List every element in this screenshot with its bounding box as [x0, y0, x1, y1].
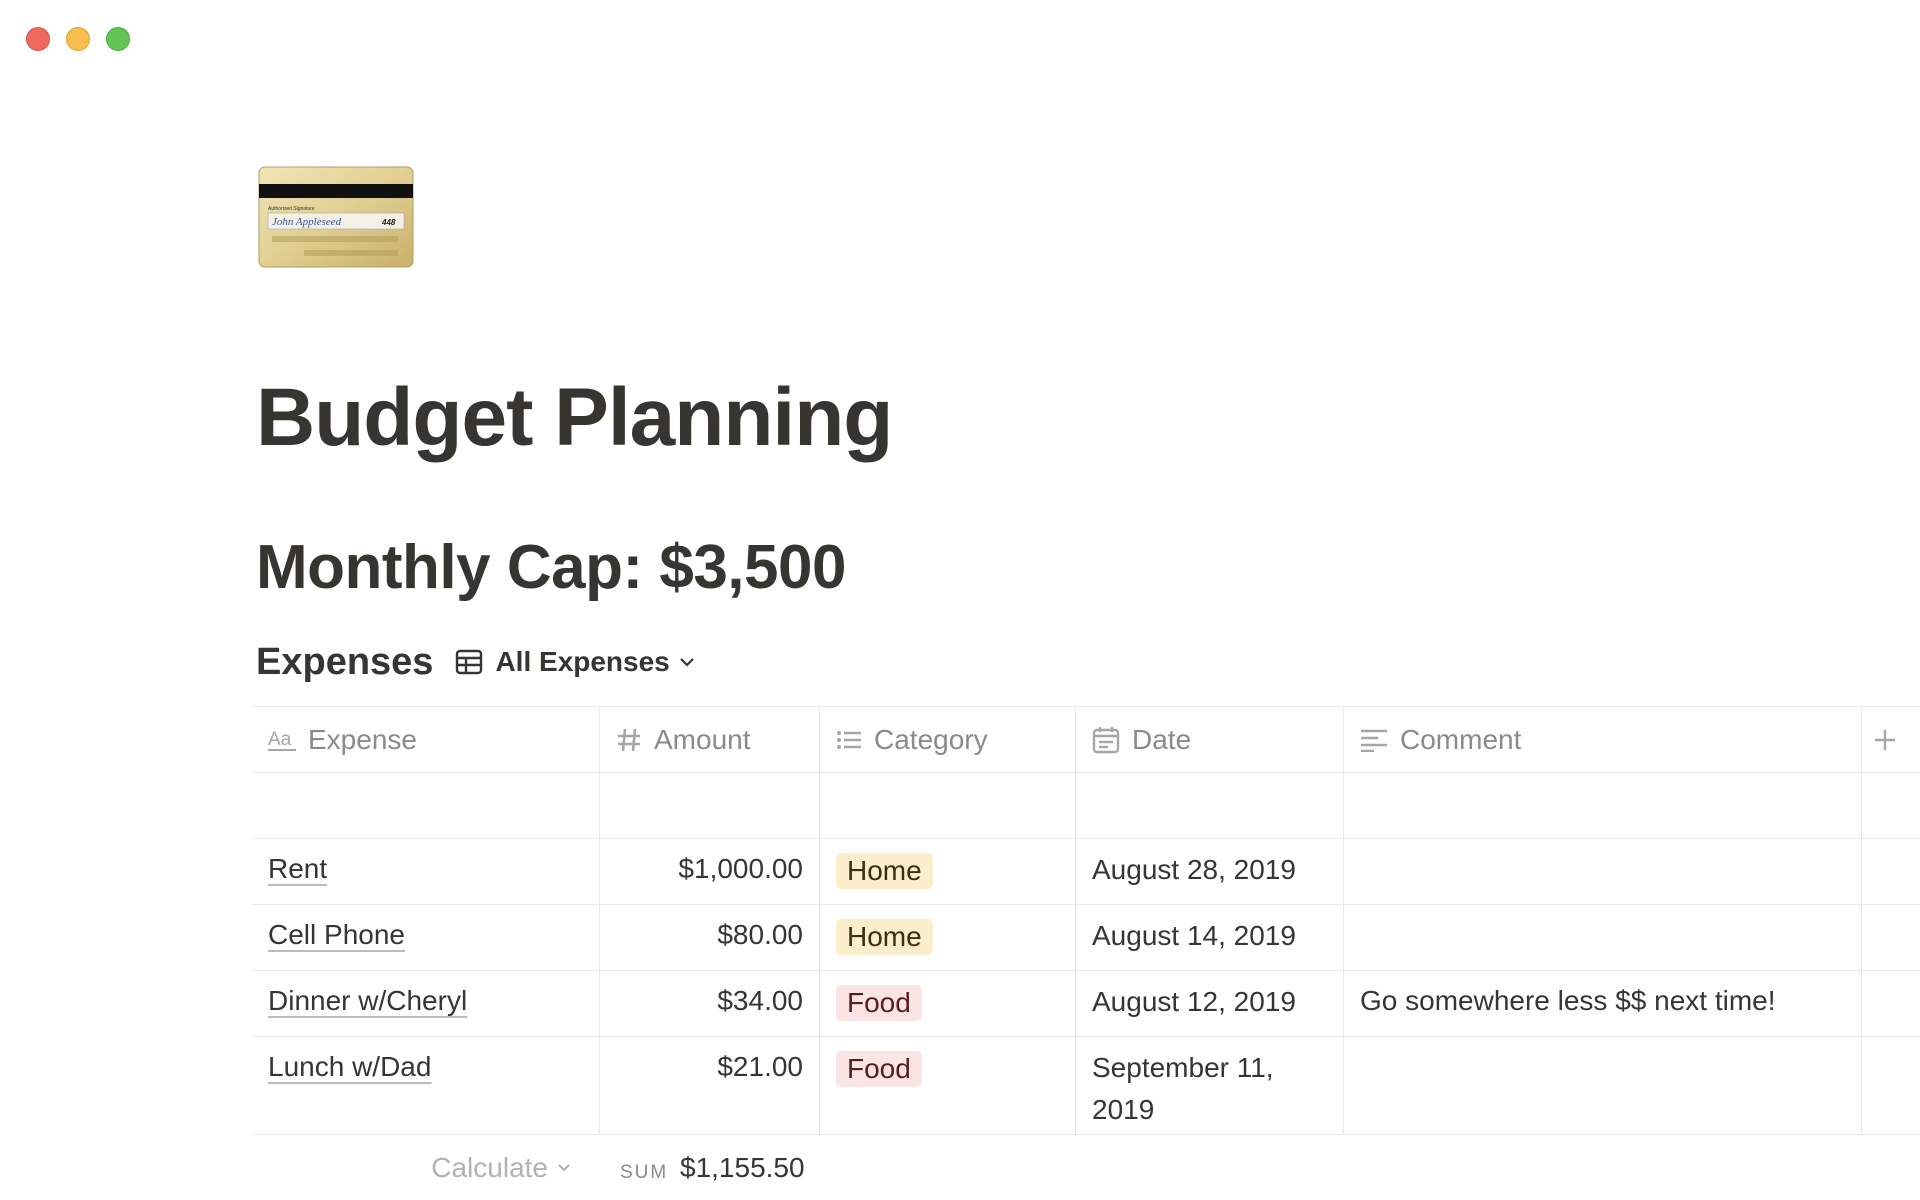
category-tag: Home	[836, 853, 933, 889]
table-row-empty[interactable]	[252, 773, 1920, 839]
calculate-label: Calculate	[431, 1152, 548, 1183]
table-header-row: Aa Expense Amount Category Date Comment	[252, 706, 1920, 773]
view-label: All Expenses	[495, 646, 670, 677]
expense-cell[interactable]: Cell Phone	[252, 905, 600, 970]
svg-text:Aa: Aa	[268, 729, 292, 750]
text-block-property-icon	[1361, 729, 1387, 752]
card-cvv: 448	[381, 218, 396, 227]
add-column-button[interactable]	[1862, 707, 1920, 772]
table-icon	[456, 649, 483, 675]
sum-value[interactable]: $1,155.50	[680, 1152, 805, 1184]
calculate-button[interactable]: Calculate	[431, 1152, 572, 1184]
select-property-icon	[837, 730, 861, 749]
column-header-expense[interactable]: Aa Expense	[252, 707, 600, 772]
text-property-icon: Aa	[268, 729, 296, 751]
amount-value: $21.00	[717, 1051, 803, 1082]
column-label: Category	[874, 723, 988, 755]
expense-cell[interactable]: Rent	[252, 839, 600, 904]
date-cell[interactable]: September 11, 2019	[1076, 1037, 1344, 1134]
expense-name[interactable]: Lunch w/Dad	[268, 1051, 431, 1083]
date-cell[interactable]: August 28, 2019	[1076, 839, 1344, 904]
chevron-down-icon	[679, 658, 694, 667]
database-title[interactable]: Expenses	[256, 641, 433, 684]
amount-cell[interactable]: $1,000.00	[600, 839, 820, 904]
table-row[interactable]: Cell Phone $80.00 Home August 14, 2019	[252, 905, 1920, 971]
table-row[interactable]: Dinner w/Cheryl $34.00 Food August 12, 2…	[252, 971, 1920, 1037]
amount-value: $1,000.00	[678, 853, 803, 884]
column-header-amount[interactable]: Amount	[600, 707, 820, 772]
chevron-down-icon	[558, 1164, 570, 1172]
category-tag: Home	[836, 919, 933, 955]
row-spacer-cell	[1862, 905, 1920, 970]
credit-card-icon[interactable]: Authorized Signature John Appleseed 448	[258, 166, 414, 268]
row-spacer-cell	[1862, 1037, 1920, 1134]
expense-cell[interactable]	[252, 773, 600, 838]
category-cell[interactable]: Food	[820, 971, 1076, 1036]
category-cell[interactable]: Home	[820, 839, 1076, 904]
expense-name[interactable]: Dinner w/Cheryl	[268, 985, 467, 1017]
amount-cell[interactable]: $34.00	[600, 971, 820, 1036]
amount-cell[interactable]	[600, 773, 820, 838]
page-title[interactable]: Budget Planning	[256, 368, 893, 468]
comment-cell[interactable]	[1344, 773, 1862, 838]
date-cell[interactable]: August 12, 2019	[1076, 971, 1344, 1036]
amount-value: $80.00	[717, 919, 803, 950]
expenses-table: Aa Expense Amount Category Date Comment …	[252, 706, 1920, 1135]
window-controls	[26, 27, 130, 51]
comment-value: Go somewhere less $$ next time!	[1360, 985, 1776, 1016]
table-row[interactable]: Lunch w/Dad $21.00 Food September 11, 20…	[252, 1037, 1920, 1135]
date-cell[interactable]	[1076, 773, 1344, 838]
date-value: August 28, 2019	[1092, 854, 1296, 885]
column-header-comment[interactable]: Comment	[1344, 707, 1862, 772]
column-label: Expense	[308, 723, 417, 755]
date-value: September 11, 2019	[1092, 1052, 1274, 1125]
date-value: August 14, 2019	[1092, 920, 1296, 951]
expense-cell[interactable]: Lunch w/Dad	[252, 1037, 600, 1134]
row-spacer-cell	[1862, 971, 1920, 1036]
table-footer: Calculate SUM $1,155.50	[252, 1138, 1052, 1198]
column-label: Date	[1132, 723, 1192, 755]
amount-cell[interactable]: $21.00	[600, 1037, 820, 1134]
expense-name[interactable]: Rent	[268, 853, 327, 885]
comment-cell[interactable]	[1344, 905, 1862, 970]
date-property-icon	[1092, 726, 1120, 753]
column-label: Amount	[654, 723, 751, 755]
comment-cell[interactable]: Go somewhere less $$ next time!	[1344, 971, 1862, 1036]
card-signature-caption: Authorized Signature	[268, 206, 315, 212]
view-switcher[interactable]: All Expenses	[455, 646, 695, 678]
category-tag: Food	[836, 985, 922, 1021]
column-header-category[interactable]: Category	[820, 707, 1076, 772]
minimize-window-button[interactable]	[66, 27, 90, 51]
expense-cell[interactable]: Dinner w/Cheryl	[252, 971, 600, 1036]
comment-cell[interactable]	[1344, 839, 1862, 904]
table-row[interactable]: Rent $1,000.00 Home August 28, 2019	[252, 839, 1920, 905]
database-header: Expenses All Expenses	[256, 638, 696, 686]
sum-label[interactable]: SUM	[620, 1162, 668, 1184]
amount-value: $34.00	[717, 985, 803, 1016]
column-label: Comment	[1400, 723, 1522, 755]
expense-name[interactable]: Cell Phone	[268, 919, 405, 951]
card-signature-name: John Appleseed	[272, 216, 342, 228]
category-cell[interactable]	[820, 773, 1076, 838]
amount-cell[interactable]: $80.00	[600, 905, 820, 970]
zoom-window-button[interactable]	[106, 27, 130, 51]
category-cell[interactable]: Food	[820, 1037, 1076, 1134]
category-tag: Food	[836, 1051, 922, 1087]
date-value: August 12, 2019	[1092, 986, 1296, 1017]
category-cell[interactable]: Home	[820, 905, 1076, 970]
row-spacer-cell	[1862, 839, 1920, 904]
column-header-date[interactable]: Date	[1076, 707, 1344, 772]
plus-icon	[1875, 729, 1895, 750]
monthly-cap-heading[interactable]: Monthly Cap: $3,500	[256, 530, 846, 606]
close-window-button[interactable]	[26, 27, 50, 51]
comment-cell[interactable]	[1344, 1037, 1862, 1134]
number-property-icon	[618, 728, 640, 751]
row-spacer-cell	[1862, 773, 1920, 838]
date-cell[interactable]: August 14, 2019	[1076, 905, 1344, 970]
